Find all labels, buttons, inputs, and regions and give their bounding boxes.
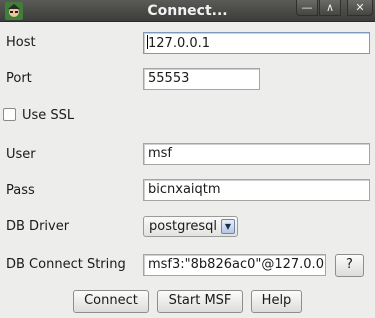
minimize-button[interactable]: — (296, 0, 318, 16)
pass-label: Pass (6, 183, 35, 198)
title-bar[interactable]: Connect... — ∧ ✕ (0, 0, 375, 22)
close-button[interactable]: ✕ (347, 0, 373, 16)
host-label: Host (6, 35, 36, 50)
start-msf-button[interactable]: Start MSF (157, 290, 243, 313)
pass-input[interactable]: bicnxaiqtm (143, 179, 370, 201)
db-driver-value: postgresql (149, 219, 218, 234)
use-ssl-checkbox[interactable] (3, 108, 16, 121)
db-driver-select[interactable]: postgresql ▼ (143, 216, 238, 237)
use-ssl-label[interactable]: Use SSL (22, 108, 74, 123)
db-connect-string-input[interactable]: msf3:"8b826ac0"@127.0.0.1 (143, 254, 326, 276)
db-driver-label: DB Driver (6, 219, 70, 234)
host-value: 127.0.0.1 (148, 36, 211, 51)
help-button[interactable]: Help (251, 290, 302, 313)
maximize-button[interactable]: ∧ (319, 0, 341, 16)
connect-dialog: Host 127.0.0.1 Port 55553 Use SSL User m… (0, 22, 375, 318)
db-connect-string-label: DB Connect String (6, 257, 126, 272)
host-input[interactable]: 127.0.0.1 (143, 32, 370, 54)
port-label: Port (6, 71, 32, 86)
connect-button[interactable]: Connect (73, 290, 149, 313)
user-input[interactable]: msf (143, 143, 370, 165)
user-label: User (6, 147, 36, 162)
dropdown-arrow-icon[interactable]: ▼ (221, 219, 235, 234)
db-connect-help-button[interactable]: ? (335, 254, 364, 277)
port-input[interactable]: 55553 (143, 68, 260, 90)
